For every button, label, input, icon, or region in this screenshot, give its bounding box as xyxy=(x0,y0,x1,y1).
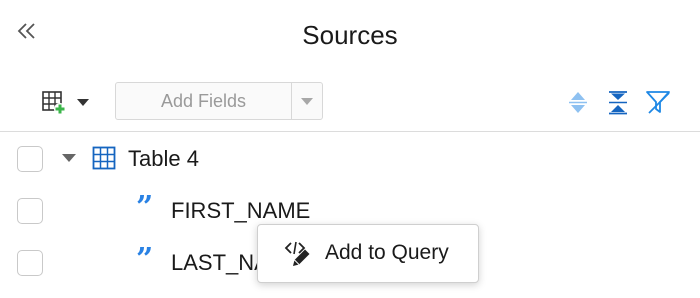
context-menu: Add to Query xyxy=(257,224,479,283)
row-checkbox[interactable] xyxy=(17,146,43,172)
add-fields-placeholder: Add Fields xyxy=(160,90,247,111)
string-type-icon: ” xyxy=(136,242,154,277)
sources-panel: Sources Add Fields Table 4 ” FIRST_NAME … xyxy=(0,0,700,298)
panel-title: Sources xyxy=(302,20,398,50)
string-type-icon: ” xyxy=(136,190,154,225)
menu-item-label: Add to Query xyxy=(325,241,449,264)
table-icon xyxy=(92,146,116,170)
filter-button[interactable] xyxy=(644,88,672,116)
tree-row-table[interactable]: Table 4 xyxy=(0,139,700,179)
sort-icon xyxy=(569,92,587,113)
chevron-down-icon xyxy=(77,98,89,106)
expand-caret-icon[interactable] xyxy=(62,154,76,162)
sort-button[interactable] xyxy=(564,88,592,116)
add-fields-select[interactable]: Add Fields xyxy=(115,82,323,120)
edit-code-icon xyxy=(284,241,310,266)
add-fields-dropdown-arrow[interactable] xyxy=(291,83,322,119)
toolbar-divider xyxy=(0,131,700,132)
chevron-down-icon xyxy=(301,97,313,105)
filter-icon xyxy=(646,91,670,114)
row-checkbox[interactable] xyxy=(17,250,43,276)
row-checkbox[interactable] xyxy=(17,198,43,224)
table-label: Table 4 xyxy=(128,146,199,171)
field-label: LAST_NA xyxy=(171,250,269,275)
add-table-icon xyxy=(42,91,66,115)
collapse-all-icon xyxy=(609,91,627,115)
menu-item-add-to-query[interactable]: Add to Query xyxy=(258,225,478,282)
field-label: FIRST_NAME xyxy=(171,198,311,223)
add-table-dropdown-button[interactable] xyxy=(40,87,96,117)
collapse-all-button[interactable] xyxy=(604,88,632,116)
